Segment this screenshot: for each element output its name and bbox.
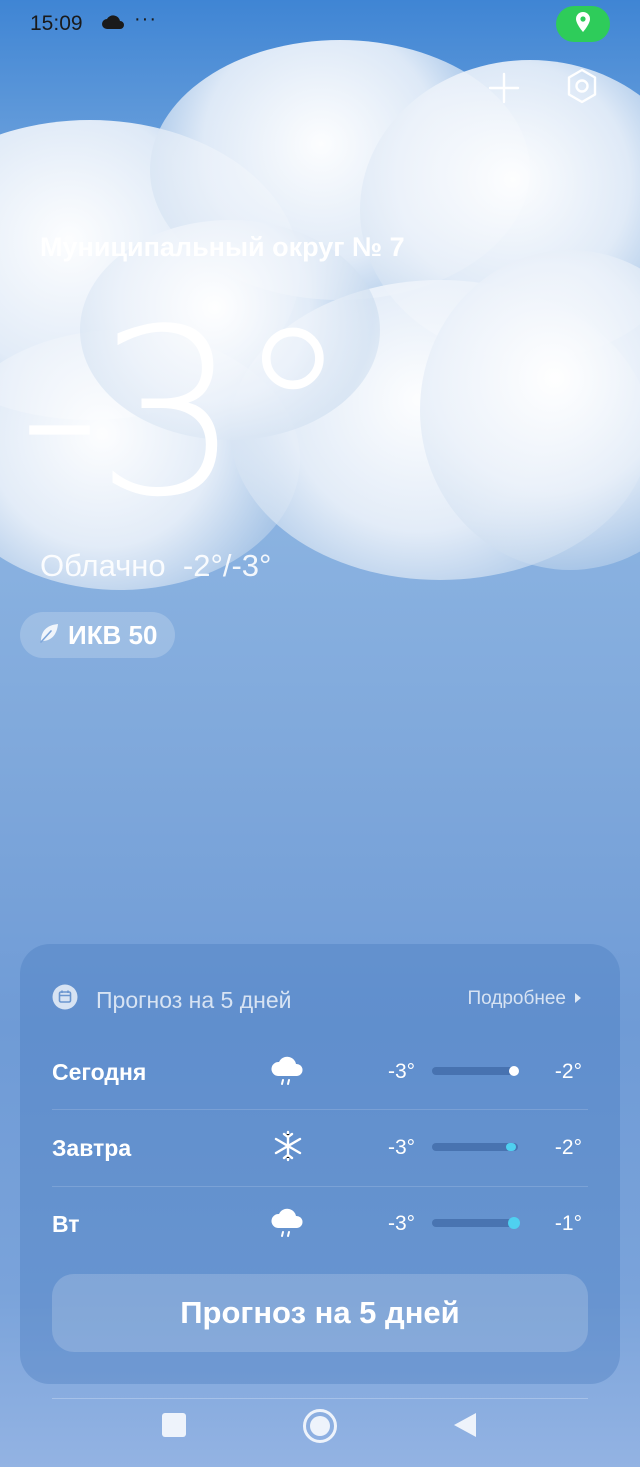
high-temp: -2°	[554, 1136, 582, 1159]
forecast-card: Прогноз на 5 дней Подробнее Сегодня -3° …	[20, 944, 620, 1384]
high-temp: -1°	[554, 1212, 582, 1235]
location-indicator[interactable]	[556, 6, 610, 42]
plus-icon	[487, 71, 521, 110]
low-temp: -3°	[388, 1136, 416, 1159]
five-day-forecast-label: Прогноз на 5 дней	[180, 1295, 460, 1330]
forecast-header: Прогноз на 5 дней	[52, 984, 292, 1016]
recent-apps-button[interactable]	[161, 1412, 187, 1443]
status-time: 15:09	[30, 12, 83, 35]
add-city-button[interactable]	[484, 70, 524, 110]
settings-icon	[564, 67, 600, 110]
location-pin-icon	[575, 11, 591, 37]
day-label: Сегодня	[52, 1059, 147, 1085]
day-label: Завтра	[52, 1135, 132, 1161]
status-bar: 15:09 ···	[0, 0, 640, 48]
system-nav-bar	[0, 1398, 640, 1467]
home-button[interactable]	[302, 1408, 338, 1449]
aqi-label: ИКВ 50	[68, 619, 158, 650]
city-name[interactable]: Муниципальный округ № 7	[40, 232, 405, 263]
condition-text: Облачно	[40, 548, 166, 583]
forecast-title: Прогноз на 5 дней	[96, 986, 292, 1013]
high-temp: -2°	[554, 1060, 582, 1083]
nav-divider	[52, 1398, 588, 1399]
current-temperature: -3°	[18, 281, 350, 548]
aqi-badge[interactable]: ИКВ 50	[20, 612, 176, 658]
cloud-icon	[101, 14, 125, 30]
chevron-right-icon	[574, 988, 582, 1010]
notification-dots: ···	[134, 8, 157, 30]
back-button[interactable]	[452, 1411, 478, 1444]
more-label: Подробнее	[467, 988, 566, 1009]
forecast-row-tuesday[interactable]: Вт -3° -1°	[52, 1186, 588, 1262]
square-icon	[162, 1413, 186, 1437]
five-day-forecast-button[interactable]: Прогноз на 5 дней	[52, 1274, 588, 1352]
forecast-row-tomorrow[interactable]: Завтра -3° -2°	[52, 1110, 588, 1186]
snow-cloud-icon	[268, 1050, 308, 1090]
temp-range: -2°/-3°	[182, 548, 272, 583]
range-fill	[506, 1143, 516, 1151]
snowflake-icon	[268, 1126, 308, 1166]
temp-range-bar	[432, 1143, 518, 1151]
settings-button[interactable]	[562, 68, 602, 108]
day-label: Вт	[52, 1211, 80, 1237]
range-dot	[509, 1066, 519, 1076]
calendar-icon	[52, 984, 78, 1016]
range-dot	[508, 1217, 520, 1229]
forecast-row-today[interactable]: Сегодня -3° -2°	[52, 1034, 588, 1110]
low-temp: -3°	[388, 1060, 416, 1083]
back-triangle-icon	[454, 1413, 476, 1437]
more-link[interactable]: Подробнее	[467, 988, 582, 1010]
condition-line: Облачно -2°/-3°	[40, 548, 271, 584]
temp-range-bar	[432, 1066, 519, 1076]
leaf-icon	[38, 620, 60, 651]
home-circle-icon	[303, 1409, 337, 1443]
snow-cloud-icon	[268, 1202, 308, 1242]
low-temp: -3°	[388, 1212, 416, 1235]
temp-range-bar	[432, 1217, 520, 1229]
